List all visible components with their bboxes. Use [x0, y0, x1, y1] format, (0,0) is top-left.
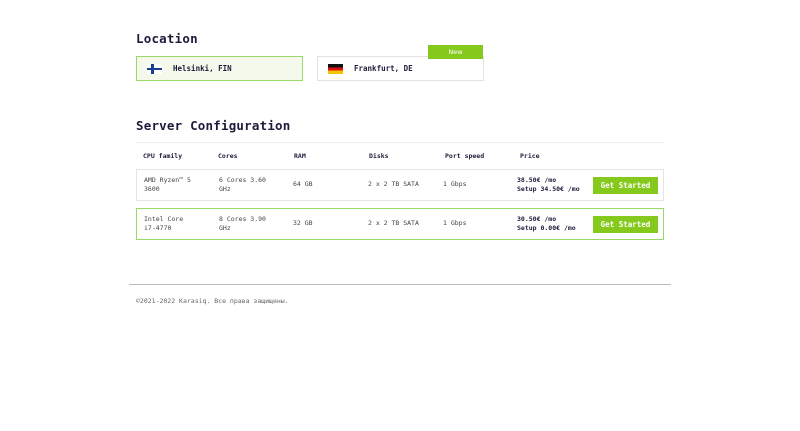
disks-cell: 2 x 2 TB SATA — [368, 180, 419, 189]
location-title: Location — [136, 31, 198, 46]
cores-line2: GHz — [219, 185, 231, 193]
server-config-title: Server Configuration — [136, 118, 291, 133]
get-started-button[interactable]: Get Started — [593, 216, 658, 233]
location-name: Helsinki, FIN — [173, 64, 232, 73]
get-started-button[interactable]: Get Started — [593, 177, 658, 194]
header-disks: Disks — [369, 152, 389, 160]
cpu-cell: Intel Core i7-4770 — [144, 209, 183, 239]
header-port: Port speed — [445, 152, 485, 160]
footer-copyright: ©2021-2022 Karasiq. Все права защищены. — [136, 297, 289, 305]
price-monthly: 38.50€ /mo — [517, 175, 557, 184]
new-badge: New — [428, 45, 483, 59]
location-name: Frankfurt, DE — [354, 64, 413, 73]
port-cell: 1 Gbps — [443, 219, 467, 228]
cpu-line2: i7-4770 — [144, 224, 172, 232]
ram-cell: 32 GB — [293, 219, 313, 228]
cores-line2: GHz — [219, 224, 231, 232]
price-monthly: 30.50€ /mo — [517, 214, 557, 223]
location-card-helsinki[interactable]: Helsinki, FIN — [136, 56, 303, 81]
disks-cell: 2 x 2 TB SATA — [368, 219, 419, 228]
price-cell: 38.50€ /mo Setup 34.50€ /mo — [517, 170, 580, 200]
finland-flag-icon — [147, 63, 162, 74]
header-cores: Cores — [218, 152, 238, 160]
footer-divider — [129, 284, 671, 285]
header-price: Price — [520, 152, 540, 160]
price-setup: Setup 34.50€ /mo — [517, 185, 580, 193]
cores-cell: 8 Cores 3.90 GHz — [219, 209, 266, 239]
table-header: CPU family Cores RAM Disks Port speed Pr… — [136, 142, 664, 168]
price-setup: Setup 0.00€ /mo — [517, 224, 576, 232]
price-cell: 30.50€ /mo Setup 0.00€ /mo — [517, 209, 576, 239]
cores-cell: 6 Cores 3.60 GHz — [219, 170, 266, 200]
header-ram: RAM — [294, 152, 306, 160]
port-cell: 1 Gbps — [443, 180, 467, 189]
cpu-line1: Intel Core — [144, 214, 184, 223]
cpu-line2: 3600 — [144, 185, 160, 193]
cores-line1: 6 Cores 3.60 — [219, 175, 266, 184]
table-row: Intel Core i7-4770 8 Cores 3.90 GHz 32 G… — [136, 208, 664, 240]
location-card-frankfurt[interactable]: Frankfurt, DE — [317, 56, 484, 81]
cores-line1: 8 Cores 3.90 — [219, 214, 266, 223]
header-cpu: CPU family — [143, 152, 183, 160]
germany-flag-icon — [328, 63, 343, 74]
cpu-cell: AMD Ryzen™ 5 3600 — [144, 170, 191, 200]
ram-cell: 64 GB — [293, 180, 313, 189]
table-row: AMD Ryzen™ 5 3600 6 Cores 3.60 GHz 64 GB… — [136, 169, 664, 201]
cpu-line1: AMD Ryzen™ 5 — [144, 175, 191, 184]
